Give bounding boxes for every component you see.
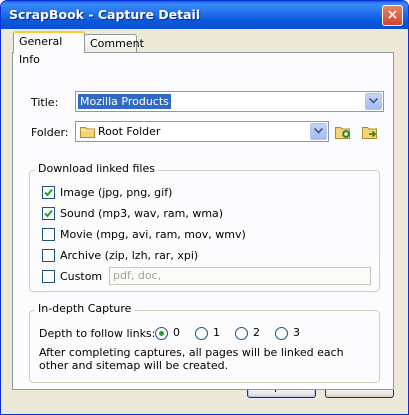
depth-radio-1-label: 1 — [213, 326, 220, 339]
sound-checkbox-label: Sound (mp3, wav, ram, wma) — [60, 207, 224, 220]
depth-radio-1[interactable] — [195, 327, 208, 340]
folder-move-button[interactable] — [361, 123, 379, 141]
depth-radio-0[interactable] — [155, 327, 168, 340]
new-folder-icon — [335, 127, 350, 139]
title-dropdown-button[interactable] — [365, 93, 382, 110]
depth-note: After completing captures, all pages wil… — [39, 346, 344, 372]
archive-checkbox-label: Archive (zip, lzh, rar, xpi) — [60, 249, 199, 262]
image-checkbox-label: Image (jpg, png, gif) — [60, 186, 173, 199]
window-title: ScrapBook - Capture Detail — [9, 7, 201, 22]
depth-radio-2[interactable] — [235, 327, 248, 340]
custom-extensions-placeholder: pdf, doc, — [113, 269, 162, 282]
title-bar[interactable]: ScrapBook - Capture Detail × — [1, 1, 408, 29]
title-value: Mozilla Products — [78, 94, 171, 109]
custom-checkbox-label: Custom — [60, 270, 103, 283]
folder-icon — [80, 127, 95, 138]
depth-radio-0-label: 0 — [173, 326, 180, 339]
in-depth-group-legend: In-depth Capture — [35, 302, 135, 315]
close-button[interactable]: × — [382, 5, 403, 26]
tab-comment-label: Comment — [90, 37, 144, 50]
depth-radio-3[interactable] — [275, 327, 288, 340]
tab-comment[interactable]: Comment — [84, 34, 144, 52]
depth-label: Depth to follow links: — [39, 327, 156, 340]
movie-checkbox-label: Movie (mpg, avi, ram, mov, wmv) — [60, 228, 246, 241]
tab-general-info[interactable]: General Info — [13, 31, 85, 66]
folder-label: Folder: — [31, 126, 69, 139]
folder-value: Root Folder — [98, 125, 161, 138]
dialog-body: General Info Comment Title: Mozilla Prod… — [5, 29, 404, 412]
archive-checkbox[interactable] — [42, 249, 55, 262]
title-combo[interactable]: Mozilla Products — [75, 91, 384, 112]
new-folder-button[interactable] — [334, 123, 352, 141]
movie-checkbox[interactable] — [42, 228, 55, 241]
general-info-panel: Title: Mozilla Products Folder: Root Fol… — [12, 52, 394, 390]
title-label: Title: — [31, 96, 59, 109]
sound-checkbox[interactable] — [42, 207, 55, 220]
custom-extensions-input[interactable]: pdf, doc, — [109, 267, 371, 285]
checkmark-icon — [44, 209, 53, 218]
capture-detail-window: ScrapBook - Capture Detail × General Inf… — [0, 0, 409, 415]
folder-dropdown-button[interactable] — [310, 123, 327, 140]
download-group-legend: Download linked files — [35, 162, 158, 175]
chevron-down-icon — [314, 128, 323, 134]
depth-radio-3-label: 3 — [293, 326, 300, 339]
depth-radio-2-label: 2 — [253, 326, 260, 339]
folder-arrow-icon — [362, 127, 377, 139]
folder-combo[interactable]: Root Folder — [75, 121, 329, 142]
image-checkbox[interactable] — [42, 186, 55, 199]
chevron-down-icon — [369, 98, 378, 104]
custom-checkbox[interactable] — [42, 270, 55, 283]
radio-selected-dot — [159, 331, 164, 336]
checkmark-icon — [44, 188, 53, 197]
